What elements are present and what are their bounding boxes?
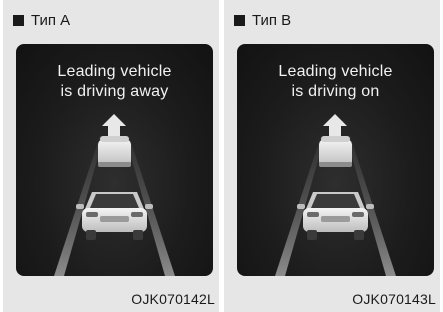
- manual-figure: Тип A Leading vehicle is driving away OJ…: [0, 0, 443, 312]
- leading-vehicle-icon: [98, 136, 131, 167]
- panel-header: Тип B: [234, 11, 291, 29]
- panel-label: Тип B: [252, 11, 292, 29]
- panel-type-a: Тип A Leading vehicle is driving away OJ…: [3, 0, 219, 312]
- square-bullet-icon: [234, 14, 245, 26]
- message-line-1: Leading vehicle: [278, 63, 393, 80]
- arrow-up-icon: [102, 114, 126, 136]
- panel-header: Тип A: [13, 11, 70, 29]
- message-line-2: is driving on: [291, 83, 380, 100]
- arrow-up-icon: [323, 114, 347, 136]
- message-line-2: is driving away: [60, 83, 169, 100]
- own-car-icon: [76, 192, 153, 240]
- message-line-1: Leading vehicle: [57, 63, 172, 80]
- square-bullet-icon: [13, 14, 24, 26]
- panel-type-b: Тип B Leading vehicle is driving on OJK0…: [224, 0, 440, 312]
- leading-vehicle-icon: [319, 136, 352, 167]
- figure-code: OJK070142L: [131, 291, 215, 307]
- display-message: Leading vehicle is driving on: [237, 62, 434, 102]
- figure-code: OJK070143L: [352, 291, 436, 307]
- cluster-display: Leading vehicle is driving on: [237, 44, 434, 276]
- cluster-display: Leading vehicle is driving away: [16, 44, 213, 276]
- display-message: Leading vehicle is driving away: [16, 62, 213, 102]
- own-car-icon: [297, 192, 374, 240]
- panel-label: Тип A: [31, 11, 71, 29]
